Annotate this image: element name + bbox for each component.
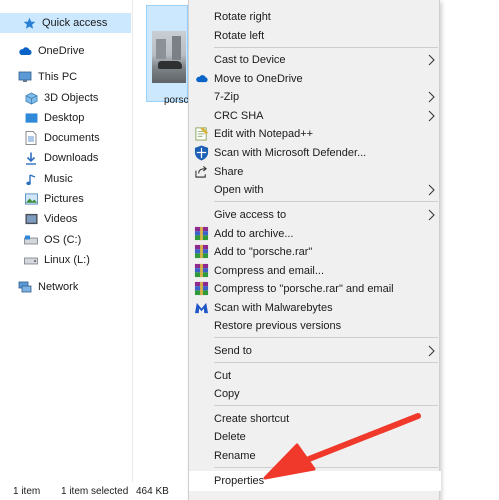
chevron-right-icon: [428, 54, 435, 65]
nav-item-this-pc[interactable]: This PC: [0, 67, 131, 87]
winrar-icon: [193, 263, 209, 279]
desktop-icon: [24, 111, 38, 125]
menu-separator: [214, 47, 438, 48]
chevron-right-icon: [428, 209, 435, 220]
menu-item-7-zip[interactable]: 7-Zip: [189, 87, 441, 106]
nav-item-onedrive[interactable]: OneDrive: [0, 41, 131, 61]
nav-item-documents[interactable]: Documents: [0, 128, 131, 148]
nav-label: Downloads: [44, 152, 99, 164]
nav-label: Quick access: [42, 17, 108, 29]
menu-item-add-to-porsche-rar[interactable]: Add to "porsche.rar": [189, 242, 441, 261]
winrar-icon: [193, 244, 209, 260]
menu-item-give-access-to[interactable]: Give access to: [189, 205, 441, 224]
nav-item-music[interactable]: Music: [0, 169, 131, 189]
nav-item-pictures[interactable]: Pictures: [0, 189, 131, 209]
menu-item-send-to[interactable]: Send to: [189, 341, 441, 360]
menu-item-move-to-onedrive[interactable]: Move to OneDrive: [189, 69, 441, 88]
chevron-right-icon: [428, 91, 435, 102]
menu-item-scan-with-malwarebytes[interactable]: Scan with Malwarebytes: [189, 298, 441, 317]
menu-item-edit-with-notepad[interactable]: Edit with Notepad++: [189, 124, 441, 143]
status-item-count: 1 item: [13, 485, 41, 497]
download-icon: [24, 151, 38, 165]
nav-label: Documents: [44, 132, 100, 144]
nav-label: Music: [44, 173, 73, 185]
computer-icon: [18, 70, 32, 84]
nav-item-quick-access[interactable]: Quick access: [0, 13, 131, 33]
menu-item-open-with[interactable]: Open with: [189, 180, 441, 199]
network-icon: [18, 280, 32, 294]
menu-item-add-to-archive[interactable]: Add to archive...: [189, 224, 441, 243]
menu-item-compress-and-email[interactable]: Compress and email...: [189, 261, 441, 280]
document-icon: [24, 131, 38, 145]
menu-item-properties[interactable]: Properties: [189, 471, 441, 491]
menu-item-cut[interactable]: Cut: [189, 366, 441, 385]
menu-item-compress-to-porsche-rar-and-email[interactable]: Compress to "porsche.rar" and email: [189, 279, 441, 298]
nav-item-desktop[interactable]: Desktop: [0, 108, 131, 128]
nav-label: Network: [38, 281, 79, 293]
music-icon: [24, 172, 38, 186]
cloud-icon: [18, 44, 32, 58]
cube-icon: [24, 91, 38, 105]
menu-item-rotate-left[interactable]: Rotate left: [189, 26, 441, 45]
menu-item-scan-with-defender[interactable]: Scan with Microsoft Defender...: [189, 143, 441, 162]
file-item-porsche[interactable]: porsc: [146, 5, 188, 106]
videos-icon: [24, 212, 38, 226]
onedrive-cloud-icon: [193, 71, 209, 87]
pictures-icon: [24, 192, 38, 206]
menu-item-cast-to-device[interactable]: Cast to Device: [189, 50, 441, 69]
nav-label: 3D Objects: [44, 92, 99, 104]
status-selection: 1 item selected: [61, 485, 129, 497]
menu-item-rotate-right[interactable]: Rotate right: [189, 7, 441, 26]
winrar-icon: [193, 226, 209, 242]
menu-item-share[interactable]: Share: [189, 162, 441, 181]
context-menu: Rotate right Rotate left Cast to Device …: [188, 0, 441, 500]
nav-label: Linux (L:): [44, 254, 90, 266]
menu-item-rename[interactable]: Rename: [189, 446, 441, 465]
nav-label: OS (C:): [44, 234, 82, 246]
image-thumbnail: [152, 31, 186, 83]
menu-item-copy[interactable]: Copy: [189, 384, 441, 403]
nav-item-os-c[interactable]: OS (C:): [0, 230, 131, 250]
menu-item-crc-sha[interactable]: CRC SHA: [189, 106, 441, 125]
nav-item-videos[interactable]: Videos: [0, 209, 131, 229]
winrar-icon: [193, 281, 209, 297]
navigation-pane: Quick access OneDrive This PC 3D Objects…: [0, 0, 133, 482]
chevron-right-icon: [428, 345, 435, 356]
file-name: porsc: [164, 95, 189, 106]
menu-separator: [214, 467, 438, 468]
star-icon: [22, 16, 36, 30]
drive-icon: [24, 233, 38, 247]
menu-item-restore-previous-versions[interactable]: Restore previous versions: [189, 316, 441, 335]
menu-item-create-shortcut[interactable]: Create shortcut: [189, 409, 441, 428]
share-icon: [193, 164, 209, 180]
defender-shield-icon: [193, 145, 209, 161]
status-size: 464 KB: [136, 485, 169, 497]
nav-item-downloads[interactable]: Downloads: [0, 148, 131, 168]
nav-item-network[interactable]: Network: [0, 277, 131, 297]
chevron-right-icon: [428, 110, 435, 121]
nav-item-linux-l[interactable]: Linux (L:): [0, 250, 131, 270]
drive-icon: [24, 253, 38, 267]
nav-label: Desktop: [44, 112, 85, 124]
menu-separator: [214, 362, 438, 363]
menu-separator: [214, 201, 438, 202]
menu-item-delete[interactable]: Delete: [189, 427, 441, 446]
nav-item-3d-objects[interactable]: 3D Objects: [0, 88, 131, 108]
nav-label: Pictures: [44, 193, 84, 205]
menu-separator: [214, 337, 438, 338]
malwarebytes-icon: [193, 300, 209, 316]
nav-label: This PC: [38, 71, 78, 83]
menu-separator: [214, 405, 438, 406]
notepad-plus-plus-icon: [193, 126, 209, 142]
nav-label: OneDrive: [38, 45, 85, 57]
nav-label: Videos: [44, 213, 78, 225]
chevron-right-icon: [428, 184, 435, 195]
